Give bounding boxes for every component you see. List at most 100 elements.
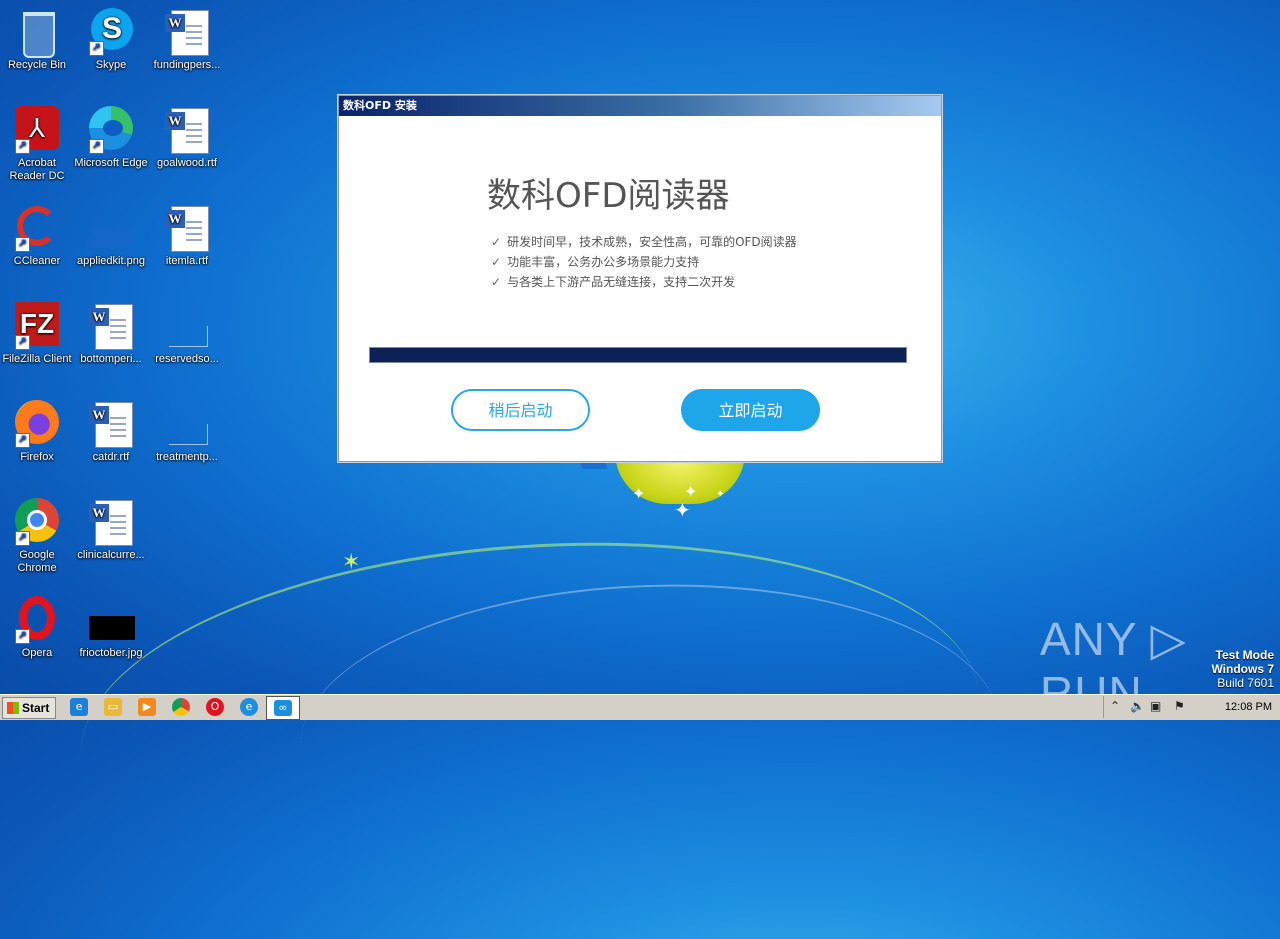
desktop-icon-clinicalcurre[interactable]: W clinicalcurre...	[74, 498, 148, 562]
icon-label: clinicalcurre...	[77, 549, 145, 561]
ofd-installer-taskbar-button[interactable]: ∞	[266, 696, 300, 720]
icon-label: Acrobat Reader DC	[9, 157, 65, 182]
icon-label: CCleaner	[13, 255, 61, 267]
sparkle-icon: ✦	[632, 484, 646, 503]
desktop-icon-skype[interactable]: S ↗ Skype	[74, 8, 148, 72]
icon-label: reservedso...	[155, 353, 219, 365]
icon-label: Skype	[95, 59, 127, 71]
system-tray: ⌃ 🔈 ▣ ⚑ 12:08 PM	[1103, 696, 1280, 718]
edge-icon: ↗	[87, 106, 135, 154]
product-heading: 数科OFD阅读器	[487, 176, 730, 216]
desktop-icon-opera[interactable]: ↗ Opera	[0, 596, 74, 660]
icon-label: treatmentp...	[156, 451, 218, 463]
icon-label: Recycle Bin	[7, 59, 67, 71]
icon-label: Opera	[21, 647, 53, 659]
word-document-icon: W	[87, 498, 135, 546]
desktop-icon-bottomperi[interactable]: W bottomperi...	[74, 302, 148, 366]
shortcut-arrow-icon: ↗	[15, 433, 30, 448]
edge-taskbar-icon[interactable]: e	[240, 698, 258, 716]
icon-label: appliedkit.png	[77, 255, 145, 267]
word-document-icon: W	[87, 400, 135, 448]
launch-later-button[interactable]: 稍后启动	[451, 389, 590, 431]
media-player-icon[interactable]: ▶	[138, 698, 156, 716]
chrome-icon: ↗	[13, 498, 61, 546]
icon-label: Microsoft Edge	[74, 157, 148, 169]
word-document-icon: W	[163, 204, 211, 252]
recycle-bin-icon	[13, 8, 61, 58]
check-icon: ✓	[491, 235, 502, 249]
launch-now-button[interactable]: 立即启动	[681, 389, 820, 431]
icon-label: fundingpers...	[153, 59, 221, 71]
desktop-icon-treatmentp[interactable]: treatmentp...	[150, 400, 224, 464]
desktop-icon-firefox[interactable]: ↗ Firefox	[0, 400, 74, 464]
volume-icon[interactable]: 🔈	[1130, 699, 1145, 713]
taskbar-clock[interactable]: 12:08 PM	[1225, 701, 1272, 713]
firefox-icon: ↗	[13, 400, 61, 448]
desktop-icon-acrobat[interactable]: ⅄ ↗ Acrobat Reader DC	[0, 106, 74, 183]
image-file-icon	[87, 204, 135, 252]
opera-icon: ↗	[13, 596, 61, 644]
file-explorer-icon[interactable]: ▭	[104, 698, 122, 716]
action-center-flag-icon[interactable]: ⚑	[1174, 699, 1185, 713]
desktop-icon-recycle-bin[interactable]: Recycle Bin	[0, 8, 74, 72]
desktop-icon-reservedso[interactable]: reservedso...	[150, 302, 224, 366]
desktop-icon-frioctober[interactable]: frioctober.jpg	[74, 596, 148, 660]
internet-explorer-icon[interactable]: e	[70, 698, 88, 716]
progress-fill	[370, 348, 906, 362]
opera-taskbar-icon[interactable]: O	[206, 698, 224, 716]
windows-logo-icon	[7, 702, 19, 714]
desktop-icon-itemla[interactable]: W itemla.rtf	[150, 204, 224, 268]
feature-list: ✓ 研发时间早，技术成熟，安全性高，可靠的OFD阅读器 ✓ 功能丰富，公务办公多场景…	[491, 232, 797, 292]
blank-file-icon	[163, 302, 211, 350]
icon-label: itemla.rtf	[165, 255, 209, 267]
skype-icon: S ↗	[87, 8, 135, 56]
icon-label: FileZilla Client	[2, 353, 72, 365]
sparkle-icon: ✶	[342, 550, 361, 575]
taskbar: Start e ▭ ▶ O e ∞ ⌃ 🔈 ▣ ⚑ 12:08 PM	[0, 694, 1280, 720]
word-document-icon: W	[87, 302, 135, 350]
feature-item: ✓ 与各类上下游产品无缝连接，支持二次开发	[491, 275, 736, 289]
icon-label: Google Chrome	[17, 549, 57, 574]
icon-label: frioctober.jpg	[79, 647, 143, 659]
check-icon: ✓	[491, 275, 502, 289]
image-file-icon	[87, 596, 135, 644]
shortcut-arrow-icon: ↗	[89, 139, 104, 154]
icon-label: bottomperi...	[80, 353, 142, 365]
test-mode-watermark: Test Mode Windows 7 Build 7601	[1211, 648, 1274, 690]
icon-label: Firefox	[20, 451, 54, 463]
icon-label: goalwood.rtf	[157, 157, 217, 169]
sparkle-icon: ✦	[716, 489, 725, 500]
dialog-titlebar[interactable]: 数科OFD 安装	[339, 96, 941, 116]
installer-dialog: 数科OFD 安装 数科OFD阅读器 ✓ 研发时间早，技术成熟，安全性高，可靠的OF…	[338, 95, 942, 462]
shortcut-arrow-icon: ↗	[15, 139, 30, 154]
shortcut-arrow-icon: ↗	[15, 335, 30, 350]
word-document-icon: W	[163, 106, 211, 154]
desktop-icon-filezilla[interactable]: FZ ↗ FileZilla Client	[0, 302, 74, 366]
shortcut-arrow-icon: ↗	[15, 629, 30, 644]
network-icon[interactable]: ▣	[1150, 699, 1161, 713]
word-document-icon: W	[163, 8, 211, 56]
install-progress-bar	[369, 347, 907, 363]
chrome-taskbar-icon[interactable]	[172, 698, 190, 716]
shortcut-arrow-icon: ↗	[89, 41, 104, 56]
shortcut-arrow-icon: ↗	[15, 531, 30, 546]
desktop-icon-fundingpers[interactable]: W fundingpers...	[150, 8, 224, 72]
desktop-icon-goalwood[interactable]: W goalwood.rtf	[150, 106, 224, 170]
blank-file-icon	[163, 400, 211, 448]
desktop-icon-appliedkit[interactable]: appliedkit.png	[74, 204, 148, 268]
sparkle-icon: ✦	[674, 498, 691, 522]
icon-label: catdr.rtf	[92, 451, 130, 463]
ofd-app-icon: ∞	[274, 700, 292, 716]
desktop-icon-edge[interactable]: ↗ Microsoft Edge	[74, 106, 148, 170]
acrobat-icon: ⅄ ↗	[13, 106, 61, 154]
filezilla-icon: FZ ↗	[13, 302, 61, 350]
desktop-icon-ccleaner[interactable]: ↗ CCleaner	[0, 204, 74, 268]
desktop-icon-catdr[interactable]: W catdr.rtf	[74, 400, 148, 464]
feature-item: ✓ 研发时间早，技术成熟，安全性高，可靠的OFD阅读器	[491, 235, 797, 249]
shortcut-arrow-icon: ↗	[15, 237, 30, 252]
feature-item: ✓ 功能丰富，公务办公多场景能力支持	[491, 255, 700, 269]
desktop-icon-chrome[interactable]: ↗ Google Chrome	[0, 498, 74, 575]
show-hidden-icons-icon[interactable]: ⌃	[1110, 699, 1120, 713]
ccleaner-icon: ↗	[13, 204, 61, 252]
start-button[interactable]: Start	[2, 697, 56, 719]
